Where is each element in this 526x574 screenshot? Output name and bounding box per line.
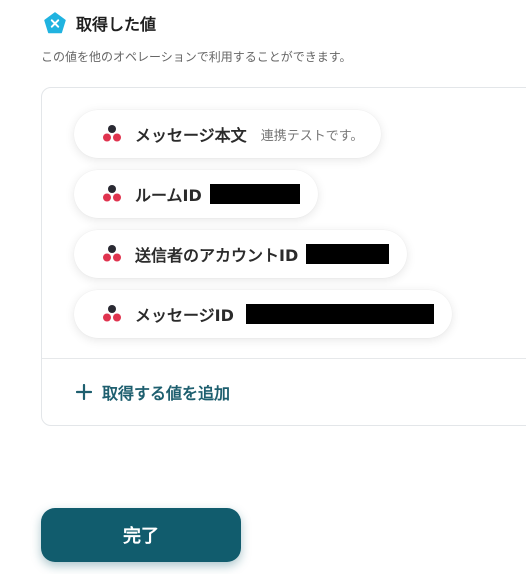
chatwork-logo-icon [103,305,121,322]
value-chip-sender-account-id[interactable]: 送信者のアカウントID [74,230,408,278]
section-title: 取得した値 [76,15,157,34]
redacted-value [306,244,390,264]
value-chip-room-id[interactable]: ルームID [74,170,318,218]
add-value-button[interactable]: 取得する値を追加 [76,378,230,406]
values-panel: メッセージ本文 連携テストです。 ルームID 送信者のアカウントID メッセージ… [41,87,526,426]
plus-icon [76,384,92,400]
value-chip-label: メッセージ本文 [135,126,247,145]
chatwork-logo-icon [103,185,121,202]
redacted-value [245,304,434,324]
section-description: この値を他のオペレーションで利用することができます。 [41,50,352,64]
chatwork-logo-icon [103,125,121,142]
section-header: 取得した値 [44,10,156,36]
done-button[interactable]: 完了 [41,508,241,562]
value-chip-value: 連携テストです。 [260,128,364,144]
value-chip-label: メッセージID [135,306,234,325]
value-chip-message-body[interactable]: メッセージ本文 連携テストです。 [74,110,382,158]
redacted-value [209,184,300,204]
value-chip-label: ルームID [135,186,202,205]
value-chip-message-id[interactable]: メッセージID [74,290,452,338]
panel-divider [42,358,526,359]
value-chip-label: 送信者のアカウントID [135,246,299,265]
chatwork-logo-icon [103,245,121,262]
pentagon-x-icon [44,12,66,34]
add-value-label: 取得する値を追加 [102,384,231,403]
